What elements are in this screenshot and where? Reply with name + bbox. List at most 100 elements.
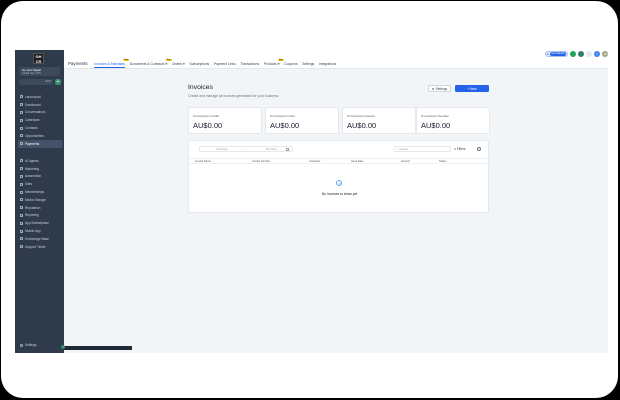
sidebar-item-label: Media Storage — [25, 197, 46, 202]
header-avatar-4[interactable]: JB — [602, 51, 608, 57]
sidebar-item-label: Automation — [25, 174, 42, 179]
page-title: Invoices — [188, 84, 213, 91]
table-header: Invoice Name Invoice Number Customer Issue … — [189, 158, 490, 164]
summary-card-value: AU$0.00 — [193, 121, 223, 130]
tab-5[interactable]: Transactions — [238, 62, 262, 66]
sidebar-item-payments[interactable]: Payments — [18, 139, 62, 148]
sidebar-item-contacts[interactable]: Contacts — [18, 124, 62, 132]
nav-icon — [20, 190, 23, 194]
sidebar-item-label: Launchpad — [25, 94, 41, 99]
tab-3[interactable]: Subscriptions — [187, 62, 212, 66]
tab-label: Transactions — [240, 62, 260, 66]
get-started-label: Get Started — [549, 52, 566, 56]
settings-button[interactable]: ⚙ Settings — [428, 85, 451, 92]
tab-bar: Invoices & Estimates New Documents & Contr… — [92, 58, 339, 68]
summary-card-value: AU$0.00 — [421, 121, 451, 130]
tab-7[interactable]: Coupons — [282, 62, 300, 66]
nav-icon — [20, 221, 23, 225]
browser-frame: GH CR Go-Get Digital Global Hub, JPN ctr… — [1, 1, 618, 398]
sidebar-item-support-ticket[interactable]: Support Ticket — [18, 243, 62, 251]
header-avatar-3[interactable]: T — [594, 51, 600, 57]
get-started-pill[interactable]: ● Get Started — [544, 51, 568, 57]
tab-6[interactable]: Products ▾ New — [262, 58, 284, 66]
tab-label: Integrations — [318, 62, 337, 66]
end-date-field[interactable]: End Date — [266, 148, 277, 151]
tab-label: Documents & Contracts ▾ — [129, 62, 168, 66]
column-header[interactable]: Issue Date — [351, 160, 363, 163]
sidebar-item-sites[interactable]: Sites — [18, 180, 62, 188]
page-name: Payments — [68, 61, 88, 66]
filters-button[interactable]: ≡ Filters — [454, 146, 465, 152]
sidebar-item-label: Mobile App — [25, 229, 41, 234]
account-location: Global Hub, JPN — [22, 72, 41, 75]
sidebar-item-media-storage[interactable]: Media Storage — [18, 196, 62, 204]
sidebar-item-dashboard[interactable]: Dashboard — [18, 101, 62, 109]
app-logo: GH CR — [33, 53, 44, 64]
header-avatar-2[interactable] — [586, 51, 592, 57]
sidebar-item-app-marketplace[interactable]: App Marketplace — [18, 219, 62, 227]
sidebar-item-mobile-app[interactable]: Mobile App — [18, 227, 62, 235]
nav-icon — [20, 167, 23, 171]
sidebar-item-label: Payments — [25, 141, 40, 146]
sidebar-item-opportunities[interactable]: Opportunities — [18, 132, 62, 140]
sidebar-item-calendars[interactable]: Calendars — [18, 116, 62, 124]
sidebar-item-knowledge-base[interactable]: Knowledge Base — [18, 235, 62, 243]
sidebar-item-settings[interactable]: Settings — [18, 343, 37, 347]
sidebar-item-memberships[interactable]: Memberships — [18, 188, 62, 196]
sidebar-item-marketing[interactable]: Marketing — [18, 165, 62, 173]
quick-add-button[interactable]: + — [55, 79, 61, 85]
sidebar-item-label: AI Agents — [25, 158, 39, 163]
sidebar-item-label: Settings — [25, 343, 37, 347]
column-header[interactable]: Invoice Number — [252, 160, 270, 163]
column-header[interactable]: Invoice Name — [195, 160, 211, 163]
table-settings-icon[interactable] — [477, 147, 481, 151]
sidebar-item-automation[interactable]: Automation — [18, 173, 62, 181]
tab-label: Payment Links — [213, 62, 236, 66]
sidebar-item-reporting[interactable]: Reporting — [18, 212, 62, 220]
tab-2[interactable]: Orders ▾ — [170, 62, 187, 66]
tab-4[interactable]: Payment Links — [212, 62, 238, 66]
tab-label: Invoices & Estimates — [94, 62, 125, 66]
nav-icon — [20, 126, 23, 130]
sidebar-item-launchpad[interactable]: Launchpad — [18, 93, 62, 101]
column-header[interactable]: Status — [439, 160, 446, 163]
sidebar-item-label: Dashboard — [25, 102, 41, 107]
new-invoice-button[interactable]: + New — [455, 85, 489, 92]
main-content: Invoices Create and manage all invoices … — [64, 69, 608, 353]
tab-9[interactable]: Integrations — [317, 62, 339, 66]
column-header[interactable]: Customer — [309, 160, 320, 163]
sidebar-item-label: Sites — [25, 182, 33, 187]
sidebar-item-reputation[interactable]: Reputation — [18, 204, 62, 212]
sidebar-item-label: Knowledge Base — [25, 236, 49, 241]
summary-card-label: 0 Invoice(s) in Due — [270, 114, 296, 118]
column-header[interactable]: Amount — [401, 160, 410, 163]
nav-icon — [20, 103, 23, 107]
header-avatar-1[interactable] — [578, 51, 584, 57]
calendar-icon — [286, 148, 289, 152]
account-switcher[interactable]: Go-Get Digital Global Hub, JPN — [19, 67, 60, 76]
sidebar-item-conversations[interactable]: Conversations — [18, 109, 62, 117]
header-actions: ● Get Started T JB — [544, 51, 608, 57]
search-input[interactable]: ⌕ Search — [394, 146, 451, 152]
sidebar-nav-top: Launchpad Dashboard Conversations Calendars… — [18, 93, 62, 148]
tab-1[interactable]: Documents & Contracts ▾ New — [127, 58, 172, 66]
nav-icon — [20, 206, 23, 210]
summary-card-label: 0 Invoice(s) in Draft — [193, 114, 220, 118]
tab-8[interactable]: Settings — [300, 62, 317, 66]
start-date-field[interactable]: Start Date — [216, 148, 228, 151]
tab-label: Settings — [302, 62, 315, 66]
header-avatar-0[interactable] — [570, 51, 576, 57]
sidebar-search[interactable]: ctrl K — [19, 79, 53, 85]
nav-icon — [20, 245, 23, 249]
tab-0[interactable]: Invoices & Estimates New — [92, 58, 130, 68]
summary-card-value: AU$0.00 — [347, 121, 377, 130]
nav-icon — [20, 95, 23, 99]
tab-label: Products ▾ — [263, 62, 280, 66]
date-range-picker[interactable]: Start Date → End Date — [199, 146, 293, 152]
gear-icon — [20, 343, 23, 347]
sidebar: GH CR Go-Get Digital Global Hub, JPN ctr… — [15, 50, 64, 353]
sidebar-item-ai-agents[interactable]: AI Agents — [18, 157, 62, 165]
empty-state-icon — [336, 180, 342, 186]
nav-icon — [20, 229, 23, 233]
nav-icon — [20, 142, 23, 146]
